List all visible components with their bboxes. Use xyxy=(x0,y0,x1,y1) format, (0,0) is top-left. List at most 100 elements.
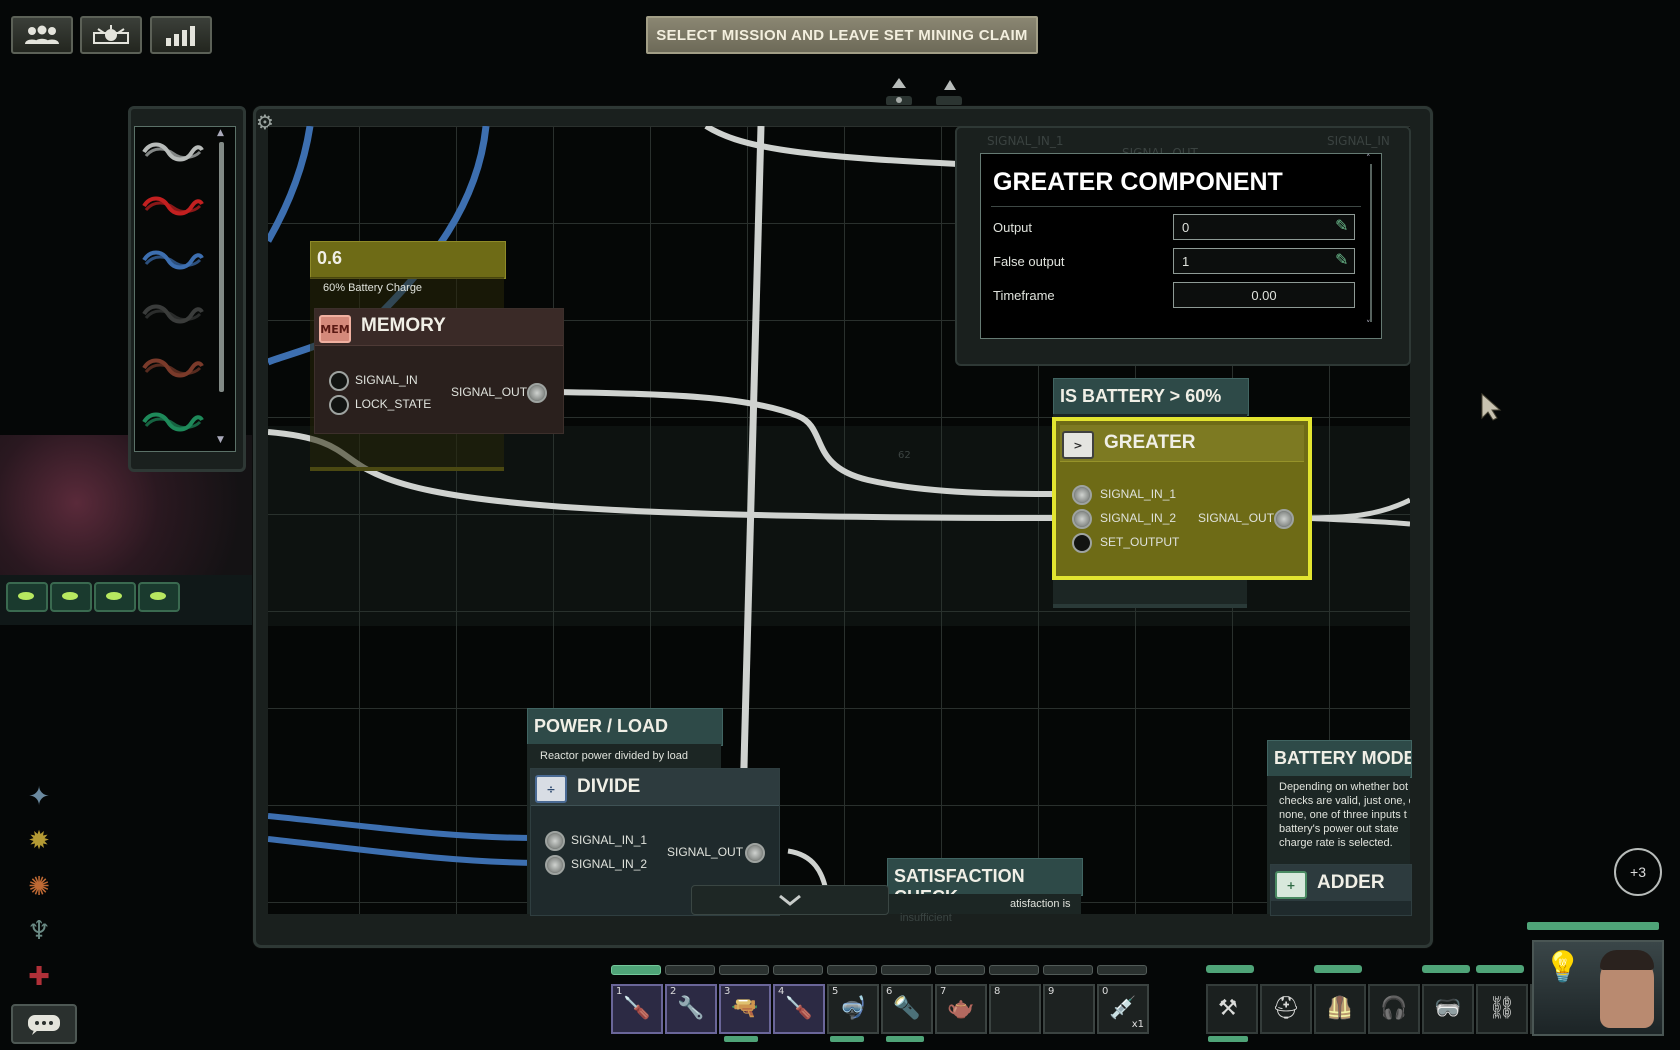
battery-label-box[interactable]: BATTERY MODE DEC xyxy=(1267,740,1412,778)
hotbar-slot-bar xyxy=(665,965,715,975)
hotbar-slot-5[interactable]: 5 🤿 xyxy=(827,984,879,1034)
greater-signal-in-1-port[interactable] xyxy=(1072,485,1092,505)
mission-banner-button[interactable]: SELECT MISSION AND LEAVE SET MINING CLAI… xyxy=(646,16,1038,54)
greater-signal-in-2-label: SIGNAL_IN_2 xyxy=(1100,511,1177,525)
memory-value-label-box[interactable]: 0.6 xyxy=(310,241,506,279)
item-condition-meter xyxy=(724,1036,758,1042)
notification-badge[interactable]: +3 xyxy=(1614,848,1662,896)
memory-description: 60% Battery Charge xyxy=(323,282,423,294)
wire-list-scrollbar[interactable] xyxy=(219,142,224,392)
equipment-slot[interactable]: 🦺 xyxy=(1314,984,1366,1034)
chevron-down-icon xyxy=(779,894,801,906)
greater-signal-in-2-port[interactable] xyxy=(1072,509,1092,529)
greater-set-output-port[interactable] xyxy=(1072,533,1092,553)
background-pod xyxy=(94,582,136,612)
greater-signal-out-port[interactable] xyxy=(1274,509,1294,529)
memory-lock-state-label: LOCK_STATE xyxy=(355,397,432,411)
hotbar-slot-number: 7 xyxy=(940,986,947,997)
edit-pencil-icon[interactable]: ✎ xyxy=(1335,216,1348,235)
divide-description: Reactor power divided by load xyxy=(540,750,688,762)
skill-icon-5[interactable]: ✚ xyxy=(20,958,58,996)
hotbar-slot-7[interactable]: 7 🫖 xyxy=(935,984,987,1034)
scroll-up-icon[interactable]: ˄ xyxy=(1366,154,1371,164)
divide-label-box[interactable]: POWER / LOAD xyxy=(527,708,723,746)
mission-button[interactable] xyxy=(80,16,142,54)
scroll-up-icon[interactable]: ▲ xyxy=(217,128,224,138)
wire-black[interactable] xyxy=(140,302,206,326)
collapse-panel-button[interactable] xyxy=(691,885,889,915)
skill-icon-3[interactable]: ✺ xyxy=(20,868,58,906)
skill-icon-2[interactable]: ✹ xyxy=(20,822,58,860)
hotbar-slot-2[interactable]: 2 🔧 xyxy=(665,984,717,1034)
hotbar-slot-9[interactable]: 9 xyxy=(1043,984,1095,1034)
wire-white[interactable] xyxy=(140,140,206,164)
battery-description-line: Depending on whether bot xyxy=(1279,781,1409,793)
wire-coil-icon xyxy=(142,142,204,162)
timeframe-field[interactable] xyxy=(1173,282,1355,308)
divide-signal-in-1-label: SIGNAL_IN_1 xyxy=(571,833,648,847)
wire-red[interactable] xyxy=(140,194,206,218)
satisfaction-label-box[interactable]: SATISFACTION CHECK xyxy=(887,858,1083,907)
settings-scrollbar[interactable] xyxy=(1370,164,1372,322)
output-field[interactable] xyxy=(1173,214,1355,240)
title-divider xyxy=(991,206,1361,207)
divide-signal-out-label: SIGNAL_OUT xyxy=(667,845,744,859)
divide-label: POWER / LOAD xyxy=(534,716,668,736)
hotbar-slot-bar xyxy=(1043,965,1093,975)
equipment-slot[interactable]: ⛑ xyxy=(1260,984,1312,1034)
wire-blue[interactable] xyxy=(140,248,206,272)
wire-brown[interactable] xyxy=(140,356,206,380)
divide-signal-in-2-port[interactable] xyxy=(545,855,565,875)
satisfaction-description: atisfaction is xyxy=(1010,898,1071,910)
hotbar-slot-bar xyxy=(719,965,769,975)
hotbar-slot-number: 6 xyxy=(886,986,893,997)
hotbar-slot-8[interactable]: 8 xyxy=(989,984,1041,1034)
memory-signal-out-port[interactable] xyxy=(527,383,547,403)
greater-node[interactable]: > GREATER SIGNAL_IN_1 SIGNAL_IN_2 SET_OU… xyxy=(1052,417,1312,580)
hotbar-slot-1[interactable]: 1 🪛 xyxy=(611,984,663,1034)
memory-signal-in-port[interactable] xyxy=(329,371,349,391)
hotbar-slot-3[interactable]: 3 🔫 xyxy=(719,984,771,1034)
battery-description-line: battery's power out state xyxy=(1279,823,1399,835)
divide-signal-in-1-port[interactable] xyxy=(545,831,565,851)
equipment-slot[interactable]: 🥽 xyxy=(1422,984,1474,1034)
memory-node[interactable]: MEM MEMORY SIGNAL_IN LOCK_STATE SIGNAL_O… xyxy=(314,308,564,434)
equipment-slot-bar xyxy=(1314,965,1362,973)
hotbar-slot-0[interactable]: 0 💉 x1 xyxy=(1097,984,1149,1034)
handcuffs-icon: ⛓ xyxy=(1488,996,1516,1021)
skill-icon-1[interactable]: ✦ xyxy=(20,778,58,816)
false-output-field[interactable] xyxy=(1173,248,1355,274)
memory-lock-state-port[interactable] xyxy=(329,395,349,415)
equipment-slot[interactable]: ⛓ xyxy=(1476,984,1528,1034)
gun-icon: 🔫 xyxy=(731,996,759,1021)
greater-settings-title: GREATER COMPONENT xyxy=(993,168,1283,196)
chat-button[interactable] xyxy=(11,1004,77,1044)
equipment-slot[interactable]: ⚒ xyxy=(1206,984,1258,1034)
skill-icon-4[interactable]: ♆ xyxy=(20,912,58,950)
scroll-down-icon[interactable]: ˅ xyxy=(1366,320,1371,330)
mission-icon xyxy=(93,25,129,44)
equipment-slot[interactable]: 🎧 xyxy=(1368,984,1420,1034)
equipment-slot-bar xyxy=(1476,965,1524,973)
wire-coil-icon xyxy=(142,250,204,270)
greater-set-output-label: SET_OUTPUT xyxy=(1100,535,1180,549)
edit-pencil-icon[interactable]: ✎ xyxy=(1335,250,1348,269)
stats-button[interactable] xyxy=(150,16,212,54)
scroll-down-icon[interactable]: ▼ xyxy=(217,435,224,445)
divide-title: DIVIDE xyxy=(577,776,641,797)
character-portrait[interactable]: 💡 xyxy=(1532,940,1664,1036)
hotbar-slot-6[interactable]: 6 🔦 xyxy=(881,984,933,1034)
flashlight-icon: 🔦 xyxy=(893,996,921,1021)
greater-settings-panel: GREATER COMPONENT Output ✎ False output … xyxy=(980,153,1382,339)
hotbar-slot-bar xyxy=(773,965,823,975)
diving-mask-icon: 🤿 xyxy=(839,996,867,1021)
divide-signal-out-port[interactable] xyxy=(745,843,765,863)
harpoon-icon: ⚒ xyxy=(1218,996,1238,1021)
greater-label-box[interactable]: IS BATTERY > 60% xyxy=(1053,378,1249,416)
background-pod xyxy=(138,582,180,612)
hotbar-slot-number: 1 xyxy=(616,986,623,997)
wire-green[interactable] xyxy=(140,410,206,434)
adder-node[interactable]: + ADDER xyxy=(1270,864,1412,916)
crew-button[interactable] xyxy=(11,16,73,54)
hotbar-slot-4[interactable]: 4 🪛 xyxy=(773,984,825,1034)
